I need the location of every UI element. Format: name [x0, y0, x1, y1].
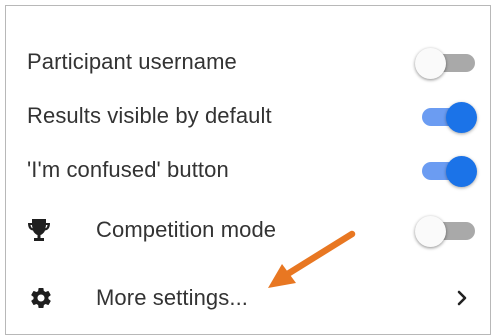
- results-visible-toggle[interactable]: [415, 101, 477, 133]
- toggle-knob: [415, 216, 446, 247]
- settings-panel: Participant username Results visible by …: [5, 5, 491, 335]
- participant-username-toggle[interactable]: [415, 47, 475, 79]
- toggle-knob: [446, 156, 477, 187]
- gear-icon: [31, 288, 51, 309]
- setting-row-results-visible[interactable]: Results visible by default: [6, 96, 490, 136]
- setting-label-competition-mode: Competition mode: [96, 217, 277, 242]
- more-settings-label: More settings...: [96, 285, 248, 310]
- im-confused-toggle[interactable]: [415, 155, 477, 187]
- trophy-icon: [28, 219, 50, 241]
- setting-row-im-confused[interactable]: 'I'm confused' button: [6, 150, 490, 190]
- setting-label-results-visible: Results visible by default: [27, 103, 272, 128]
- setting-label-im-confused: 'I'm confused' button: [27, 157, 229, 182]
- toggle-knob: [415, 48, 446, 79]
- setting-row-participant-username[interactable]: Participant username: [6, 42, 490, 82]
- setting-label-participant-username: Participant username: [27, 49, 237, 74]
- setting-row-competition-mode[interactable]: Competition mode: [6, 210, 490, 250]
- chevron-right-icon: [457, 290, 467, 306]
- more-settings-row[interactable]: More settings...: [6, 278, 490, 318]
- toggle-knob: [446, 102, 477, 133]
- competition-mode-toggle[interactable]: [415, 215, 475, 247]
